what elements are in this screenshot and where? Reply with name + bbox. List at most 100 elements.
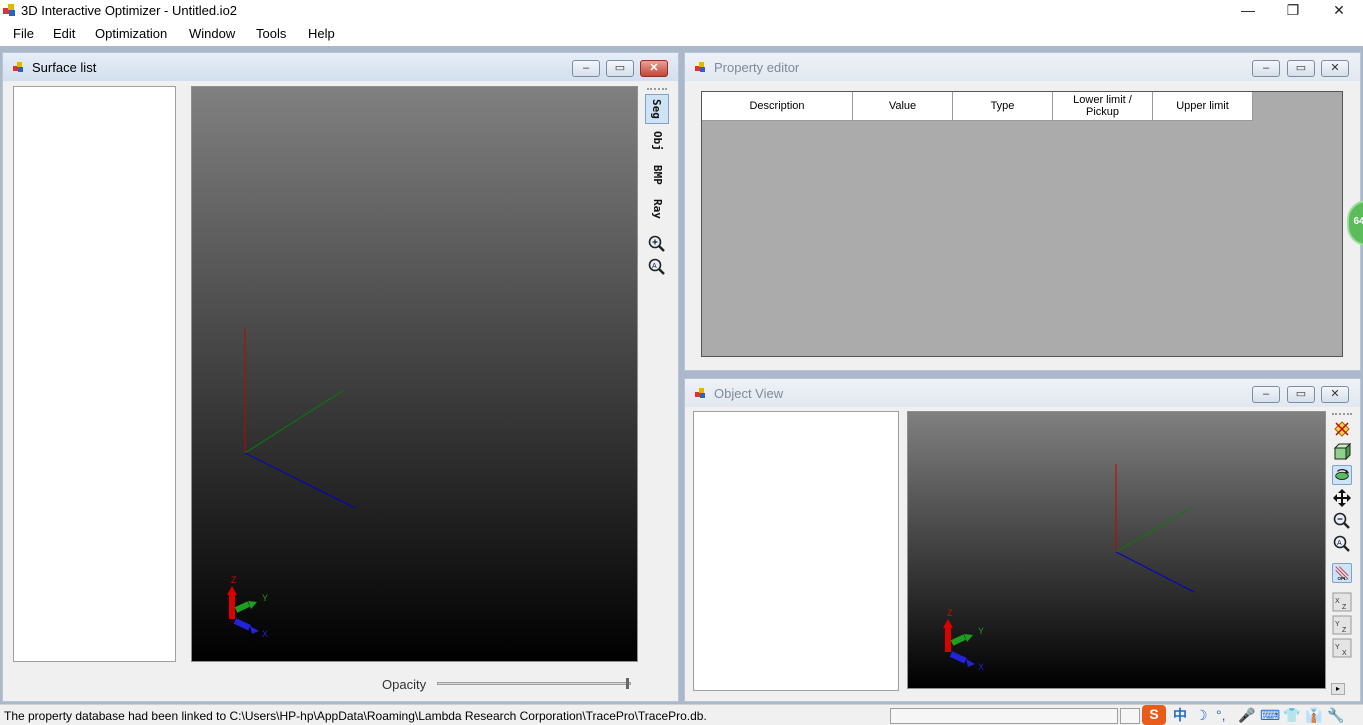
triad-y-label: Y <box>262 593 269 603</box>
ime-microphone-icon[interactable]: 🎤 <box>1238 706 1255 724</box>
close-icon: ✕ <box>649 62 659 74</box>
svg-text:Y: Y <box>1335 621 1340 628</box>
toolstrip-overflow-icon[interactable]: ▸ <box>1331 683 1345 695</box>
status-panel <box>1120 708 1140 724</box>
x-axis-line <box>244 452 356 509</box>
column-value[interactable]: Value <box>853 92 953 121</box>
view-toolstrip: Seg Obj BMP Ray A <box>643 86 671 662</box>
opacity-slider[interactable] <box>437 682 631 685</box>
property-editor-window: Property editor – ▭ ✕ Description Value … <box>684 52 1361 371</box>
menu-help[interactable]: Help <box>308 26 335 41</box>
tab-bmp[interactable]: BMP <box>645 160 669 190</box>
triad-z-arrow <box>945 627 951 652</box>
property-grid[interactable]: Description Value Type Lower limit / Pic… <box>701 91 1343 357</box>
surface-list-restore-button[interactable]: ▭ <box>606 60 634 77</box>
restore-icon: ▭ <box>614 62 626 74</box>
box-view-icon[interactable] <box>1332 442 1352 462</box>
property-editor-close-button[interactable]: ✕ <box>1321 60 1349 77</box>
svg-text:A: A <box>652 263 657 270</box>
surface-list-minimize-button[interactable]: – <box>572 60 600 77</box>
close-icon: ✕ <box>1330 62 1340 74</box>
menu-optimization[interactable]: Optimization <box>95 26 167 41</box>
y-axis-line <box>244 389 345 454</box>
toolstrip-grip[interactable] <box>647 88 667 91</box>
property-editor-minimize-button[interactable]: – <box>1252 60 1280 77</box>
ime-skin-icon[interactable]: 👕 <box>1283 706 1300 724</box>
column-lower-limit[interactable]: Lower limit / Pickup <box>1053 92 1153 121</box>
ime-chinese-mode-icon[interactable]: 中 <box>1173 706 1187 724</box>
opl-icon[interactable]: OPL <box>1332 563 1352 583</box>
maximize-button[interactable]: ❐ <box>1270 0 1316 22</box>
minimize-icon: – <box>582 62 590 74</box>
object-view-minimize-button[interactable]: – <box>1252 386 1280 403</box>
opacity-slider-thumb[interactable] <box>626 678 629 689</box>
opacity-label: Opacity <box>382 677 427 692</box>
zoom-extents-icon[interactable]: A <box>647 257 667 277</box>
view-yx-icon[interactable]: Y X <box>1332 638 1352 658</box>
close-icon: ✕ <box>1330 388 1340 400</box>
surface-list-close-button[interactable]: ✕ <box>640 60 668 77</box>
tab-seg[interactable]: Seg <box>645 94 669 124</box>
zoom-in-icon[interactable] <box>647 234 667 254</box>
object-3d-viewport[interactable]: Z Y X <box>907 411 1326 689</box>
close-button[interactable]: ✕ <box>1316 0 1362 22</box>
surface-list-window: Surface list – ▭ ✕ Z Y X Seg Obj BMP Ray… <box>2 52 679 702</box>
triad-y-arrow <box>234 601 250 613</box>
column-type[interactable]: Type <box>953 92 1053 121</box>
status-message: The property database had been linked to… <box>4 709 707 723</box>
view-xz-icon[interactable]: X Z <box>1332 592 1352 612</box>
menu-edit[interactable]: Edit <box>53 26 75 41</box>
zoom-extents-icon[interactable]: A <box>1332 534 1352 554</box>
object-view-toolstrip: A OPL X Z Y Z Y X <box>1328 411 1356 675</box>
rotate-icon[interactable] <box>1332 465 1352 485</box>
menu-window[interactable]: Window <box>189 26 235 41</box>
object-tree[interactable] <box>693 411 899 691</box>
tab-obj[interactable]: Obj <box>645 126 669 156</box>
restore-icon: ▭ <box>1295 388 1307 400</box>
surface-list-title: Surface list <box>32 60 97 75</box>
ime-shirt-icon[interactable]: 👔 <box>1305 706 1322 724</box>
triad-x-arrow <box>233 618 251 631</box>
3d-viewport[interactable]: Z Y X <box>191 86 638 662</box>
object-view-title: Object View <box>714 386 784 401</box>
column-upper-limit[interactable]: Upper limit <box>1153 92 1253 121</box>
mdi-workspace: Surface list – ▭ ✕ Z Y X Seg Obj BMP Ray… <box>0 46 1363 704</box>
triad-x-label: X <box>262 629 269 639</box>
minimize-button[interactable]: — <box>1225 0 1271 22</box>
ime-moon-icon[interactable]: ☽ <box>1195 706 1208 724</box>
triad-y-label: Y <box>978 626 985 636</box>
triad-x-label: X <box>978 662 985 672</box>
property-editor-restore-button[interactable]: ▭ <box>1287 60 1315 77</box>
ime-keyboard-icon[interactable]: ⌨ <box>1260 706 1280 724</box>
object-view-close-button[interactable]: ✕ <box>1321 386 1349 403</box>
object-view-titlebar[interactable]: Object View – ▭ ✕ <box>685 379 1360 407</box>
property-editor-title: Property editor <box>714 60 800 75</box>
status-progress <box>890 708 1118 724</box>
menu-file[interactable]: File <box>13 26 34 41</box>
surface-tree[interactable] <box>13 86 176 662</box>
toolstrip-grip[interactable] <box>1332 413 1352 416</box>
view-yz-icon[interactable]: Y Z <box>1332 615 1352 635</box>
triad-z-arrow <box>229 594 235 619</box>
svg-text:Z: Z <box>1342 627 1347 634</box>
pan-icon[interactable] <box>1332 488 1352 508</box>
zoom-in-icon[interactable] <box>1332 511 1352 531</box>
column-description[interactable]: Description <box>702 92 853 121</box>
tab-ray[interactable]: Ray <box>645 194 669 224</box>
svg-text:A: A <box>1337 540 1342 547</box>
menu-tools[interactable]: Tools <box>256 26 286 41</box>
triad-z-label: Z <box>947 608 953 618</box>
property-editor-titlebar[interactable]: Property editor – ▭ ✕ <box>685 53 1360 81</box>
minimize-icon: – <box>1262 62 1270 74</box>
window-icon <box>695 388 705 398</box>
select-icon[interactable] <box>1332 419 1352 439</box>
surface-list-titlebar[interactable]: Surface list – ▭ ✕ <box>3 53 678 81</box>
object-axes-graphic <box>943 464 1195 667</box>
object-view-restore-button[interactable]: ▭ <box>1287 386 1315 403</box>
ime-punctuation-icon[interactable]: °, <box>1216 706 1226 724</box>
svg-text:Z: Z <box>1342 604 1347 611</box>
app-icon <box>3 4 15 16</box>
ime-logo-icon[interactable]: S <box>1142 705 1166 725</box>
x-axis-line <box>1115 551 1195 593</box>
ime-wrench-icon[interactable]: 🔧 <box>1327 706 1344 724</box>
